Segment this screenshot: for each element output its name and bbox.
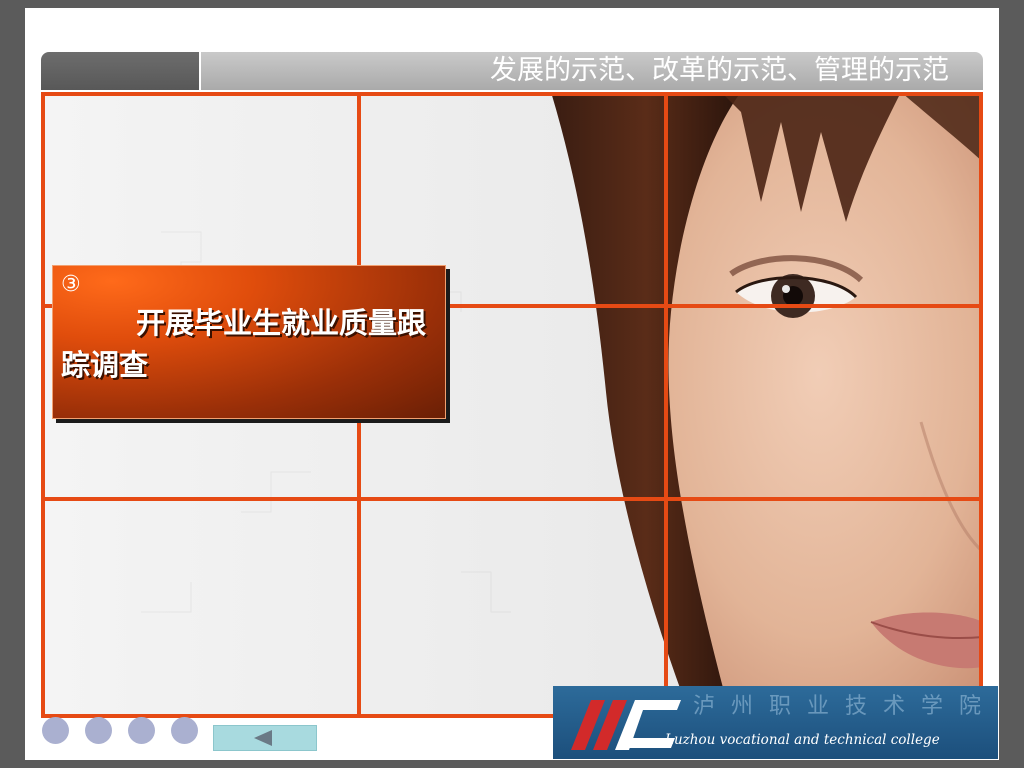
nav-dot-2[interactable] bbox=[85, 717, 112, 744]
logo-name-english: Luzhou vocational and technical college bbox=[665, 732, 940, 748]
nav-dot-1[interactable] bbox=[42, 717, 69, 744]
college-logo: 泸州职业技术学院 Luzhou vocational and technical… bbox=[553, 686, 998, 759]
left-triangle-icon bbox=[254, 730, 272, 746]
slide-title: 发展的示范、改革的示范、管理的示范 bbox=[490, 55, 949, 86]
nav-dot-3[interactable] bbox=[128, 717, 155, 744]
grid-frame-right bbox=[979, 92, 983, 718]
back-button[interactable] bbox=[213, 725, 317, 751]
grid-horizontal-2 bbox=[41, 497, 983, 501]
slide: 发展的示范、改革的示范、管理的示范 ③ 开展毕业生就业质量跟踪调查 泸州职业技术… bbox=[25, 8, 999, 760]
grid-frame-left bbox=[41, 92, 45, 718]
header-left-block bbox=[41, 52, 199, 90]
logo-name-chinese: 泸州职业技术学院 bbox=[693, 694, 998, 719]
header-bar: 发展的示范、改革的示范、管理的示范 bbox=[201, 52, 983, 90]
callout-text: 开展毕业生就业质量跟踪调查 bbox=[61, 306, 427, 382]
grid-vertical-2 bbox=[664, 92, 668, 718]
callout-box: ③ 开展毕业生就业质量跟踪调查 bbox=[52, 265, 446, 419]
nav-dot-4[interactable] bbox=[171, 717, 198, 744]
grid-frame-top bbox=[41, 92, 983, 96]
callout-number: ③ bbox=[61, 272, 81, 297]
